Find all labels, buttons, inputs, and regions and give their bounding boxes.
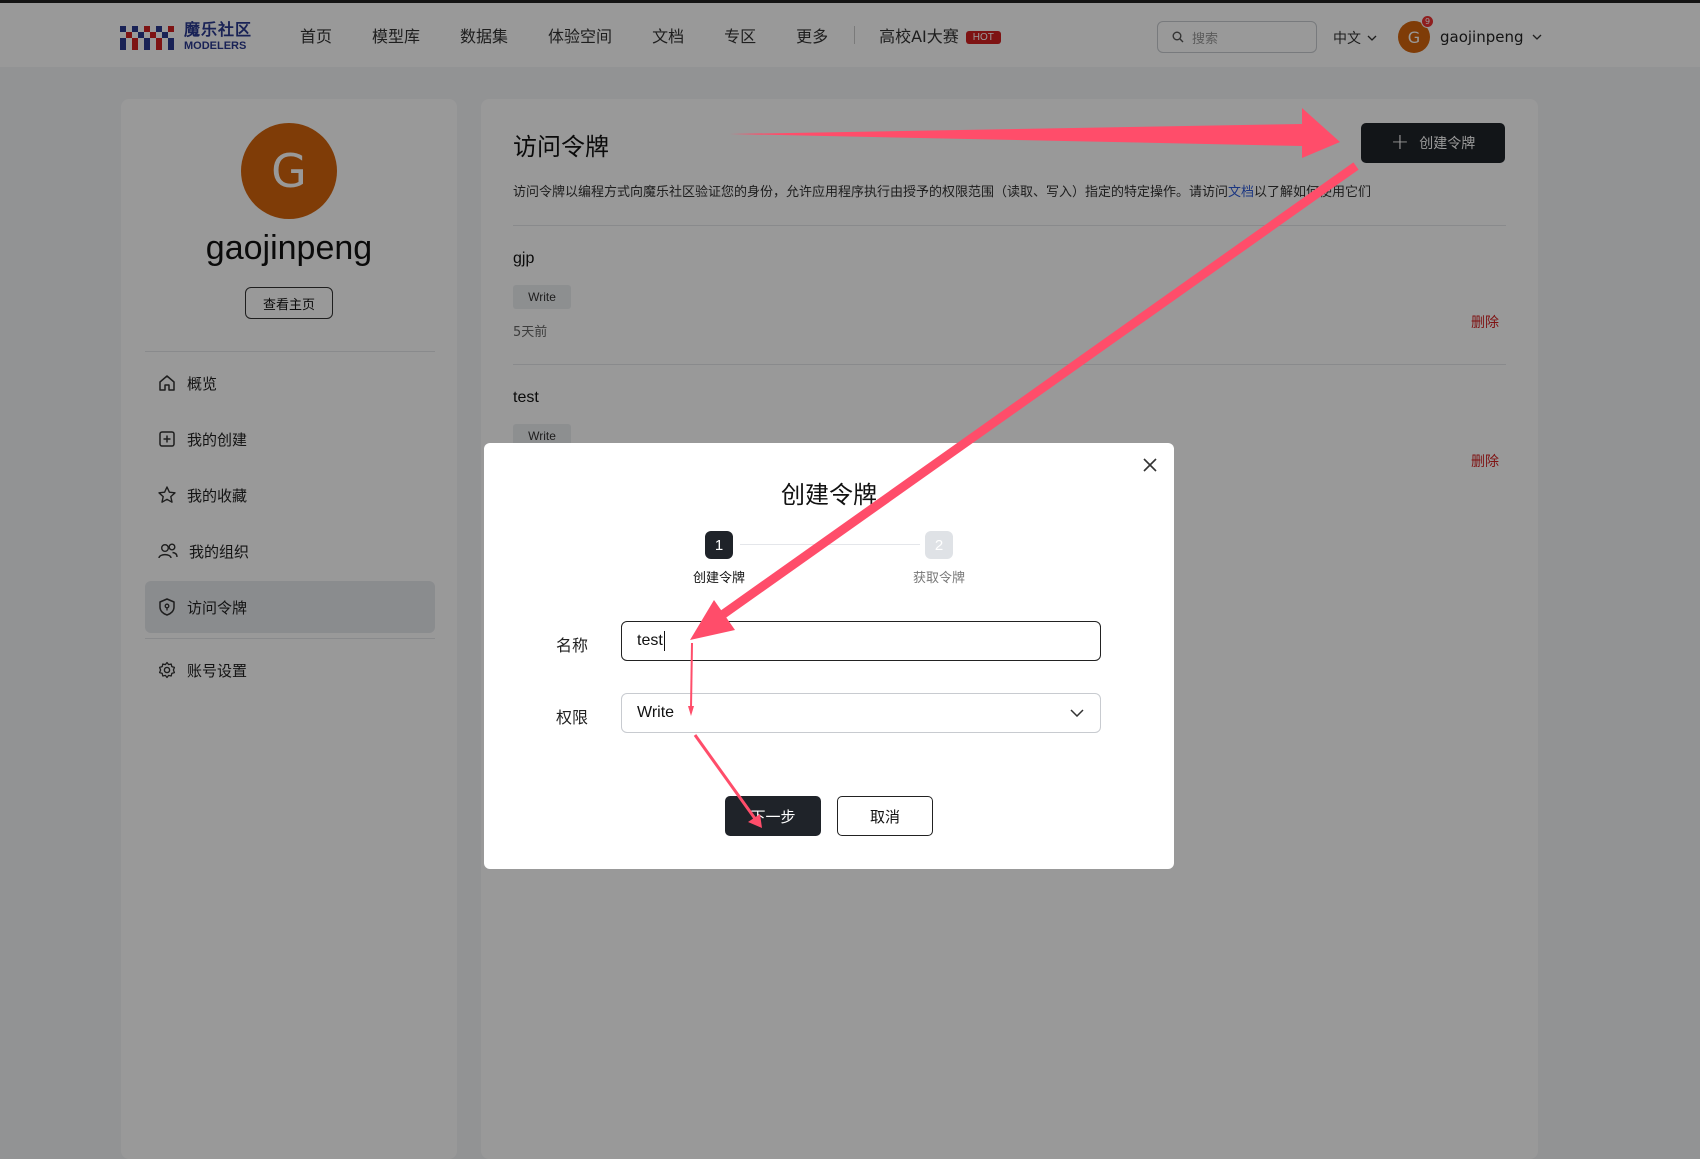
create-token-dialog: 创建令牌 1 创建令牌 2 获取令牌 名称 test 权限 Write 下一步 … (484, 443, 1174, 869)
text-caret (663, 631, 665, 651)
close-icon (1143, 458, 1157, 472)
cancel-button[interactable]: 取消 (837, 796, 933, 836)
step-2: 2 获取令牌 (889, 531, 989, 586)
chevron-down-icon (1070, 709, 1084, 717)
dialog-title: 创建令牌 (781, 481, 877, 509)
permission-label: 权限 (556, 708, 589, 727)
step-label: 获取令牌 (912, 571, 965, 586)
step-label: 创建令牌 (692, 571, 745, 586)
close-button[interactable] (1138, 453, 1162, 477)
token-name-value: test (637, 632, 663, 649)
step-number: 1 (705, 531, 733, 559)
step-number: 2 (925, 531, 953, 559)
step-1: 1 创建令牌 (669, 531, 769, 586)
next-step-button[interactable]: 下一步 (725, 796, 821, 836)
permission-value: Write (637, 704, 675, 721)
token-name-input[interactable]: test (621, 621, 1101, 661)
permission-select[interactable]: Write (621, 693, 1101, 733)
name-label: 名称 (556, 636, 589, 655)
